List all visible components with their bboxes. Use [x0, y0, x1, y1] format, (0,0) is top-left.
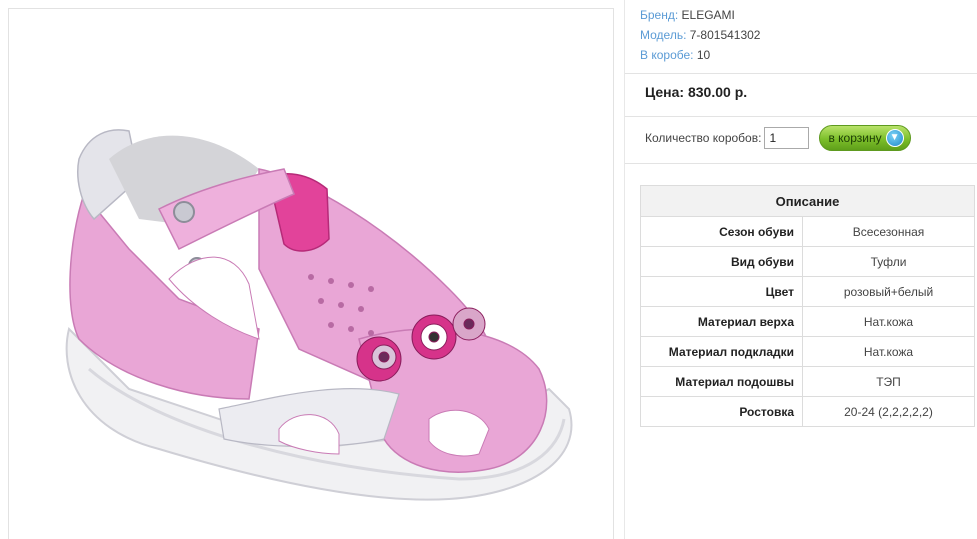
model-label: Модель:	[640, 28, 687, 42]
spec-key: Материал подошвы	[640, 366, 803, 397]
table-row: Материал верха Нат.кожа	[640, 306, 975, 337]
spec-value: Туфли	[802, 246, 975, 277]
table-row: Цвет розовый+белый	[640, 276, 975, 307]
model-row: Модель: 7-801541302	[640, 25, 760, 45]
add-to-cart-button[interactable]: в корзину ▼	[819, 125, 912, 151]
box-label: В коробе:	[640, 48, 694, 62]
spec-key: Ростовка	[640, 396, 803, 427]
table-row: Ростовка 20-24 (2,2,2,2,2)	[640, 396, 975, 427]
spec-value: Нат.кожа	[802, 336, 975, 367]
cart-down-arrow-icon: ▼	[885, 129, 904, 147]
table-row: Материал подкладки Нат.кожа	[640, 336, 975, 367]
spec-value: Нат.кожа	[802, 306, 975, 337]
qty-label: Количество коробов:	[645, 131, 762, 145]
brand-row: Бренд: ELEGAMI	[640, 5, 760, 25]
spec-key: Цвет	[640, 276, 803, 307]
add-to-cart-label: в корзину	[828, 131, 882, 145]
spec-key: Материал подкладки	[640, 336, 803, 367]
model-value: 7-801541302	[689, 28, 761, 42]
qty-input[interactable]	[764, 127, 810, 149]
product-image[interactable]	[8, 8, 614, 539]
pink-sandal-image	[65, 129, 573, 501]
spec-value: розовый+белый	[802, 276, 975, 307]
spec-value: ТЭП	[802, 366, 975, 397]
divider-line	[625, 163, 977, 164]
spec-key: Сезон обуви	[640, 216, 803, 247]
order-form: Количество коробов: в корзину ▼	[645, 125, 912, 151]
column-divider	[624, 0, 625, 539]
table-row: Сезон обуви Всесезонная	[640, 216, 975, 247]
spec-value: Всесезонная	[802, 216, 975, 247]
description-title: Описание	[640, 185, 975, 217]
product-price: Цена: 830.00 р.	[645, 84, 748, 100]
description-table: Описание Сезон обуви Всесезонная Вид обу…	[640, 185, 975, 427]
spec-value: 20-24 (2,2,2,2,2)	[802, 396, 975, 427]
table-row: Вид обуви Туфли	[640, 246, 975, 277]
table-row: Материал подошвы ТЭП	[640, 366, 975, 397]
divider-line	[625, 73, 977, 74]
box-row: В коробе: 10	[640, 45, 760, 65]
brand-label: Бренд:	[640, 8, 679, 22]
spec-key: Материал верха	[640, 306, 803, 337]
spec-key: Вид обуви	[640, 246, 803, 277]
product-meta: Бренд: ELEGAMI Модель: 7-801541302 В кор…	[640, 5, 760, 65]
brand-value: ELEGAMI	[681, 8, 735, 22]
box-value: 10	[696, 48, 711, 62]
divider-line	[625, 116, 977, 117]
